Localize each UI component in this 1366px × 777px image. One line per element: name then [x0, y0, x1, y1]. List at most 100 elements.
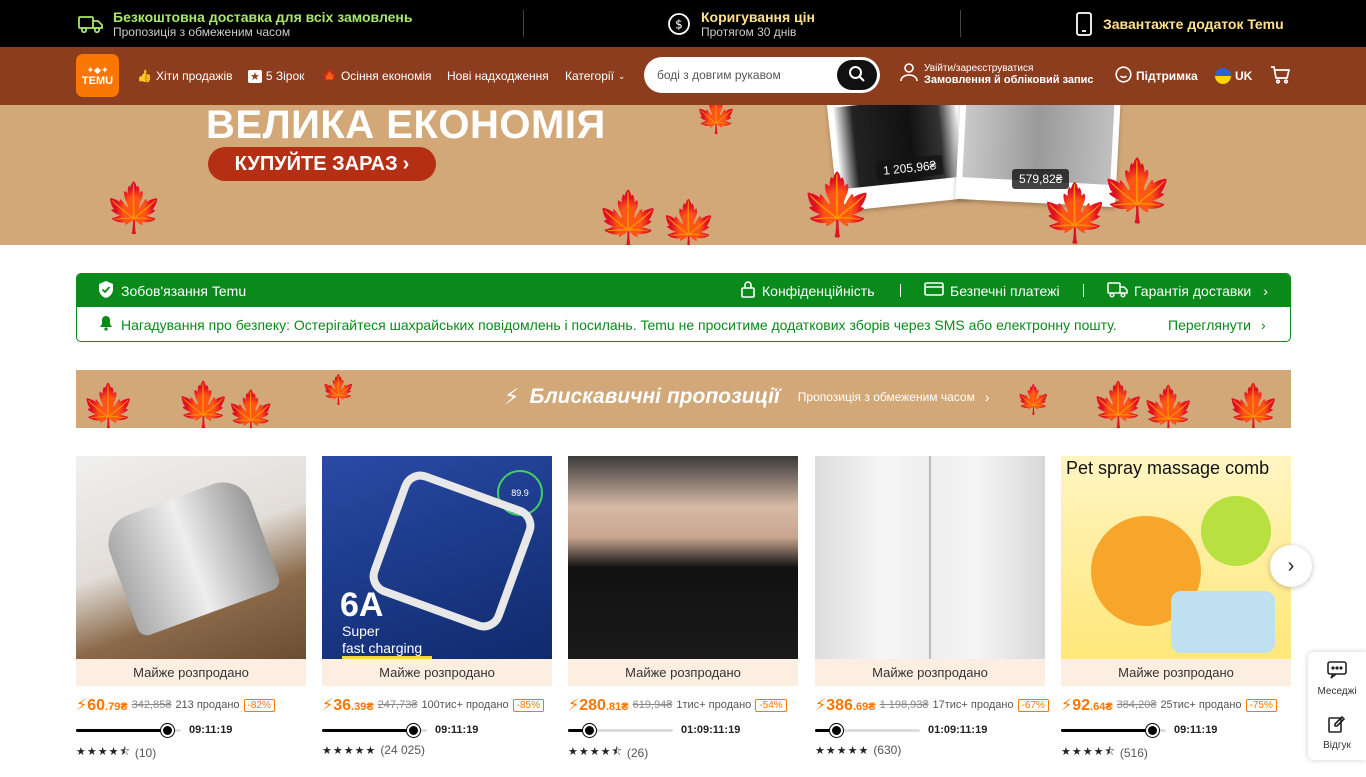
edit-icon [1328, 715, 1346, 736]
logo-mark: ✦◆✦ [86, 64, 109, 75]
support-link[interactable]: Підтримка [1115, 47, 1198, 105]
feedback-button[interactable]: Відгук [1323, 715, 1351, 751]
nav-bestsellers-label: Хіти продажів [155, 69, 233, 83]
stock-progress-bar [322, 723, 427, 737]
almost-sold-out-badge: Майже розпродано [568, 659, 798, 686]
cable-sub3: Type c Cable [342, 656, 432, 659]
chevron-down-icon: ⌄ [617, 70, 626, 81]
chevron-right-icon: › [1287, 554, 1295, 577]
sold-count: 1тис+ продано [676, 699, 752, 711]
timer-icon [161, 723, 175, 737]
nav-new-arrivals-label: Нові надходження [447, 69, 549, 83]
countdown-row: 09:11:19 [322, 723, 552, 737]
temu-logo[interactable]: ✦◆✦ TEMU [76, 54, 119, 97]
sale-price: ⚡280.81₴ [568, 697, 629, 714]
view-notice-link[interactable]: Переглянути › [1168, 307, 1266, 341]
download-app-promo[interactable]: Завантажте додаток Temu [1075, 0, 1284, 47]
maple-leaf-icon: 🍁 [176, 381, 231, 428]
rating-row[interactable]: ★★★★⯪ (516) [1061, 743, 1291, 762]
support-icon [1115, 66, 1132, 86]
bell-icon [99, 315, 113, 334]
banner-headline: ВЕЛИКА ЕКОНОМІЯ [206, 105, 606, 147]
rating-row[interactable]: ★★★★⯪ (10) [76, 743, 306, 762]
product-card[interactable]: Майже розпродано ⚡60.79₴ 342,85₴ 213 про… [76, 456, 306, 762]
flash-deals-title: Блискавичні пропозиції [529, 385, 780, 408]
price-dec: .79₴ [105, 701, 128, 713]
delivery-guarantee-link[interactable]: Гарантія доставки › [1107, 274, 1268, 307]
product-card[interactable]: Майже розпродано ⚡386.69₴ 1 198,93₴ 17ти… [815, 456, 1049, 757]
star-rating: ★★★★⯪ [1061, 746, 1116, 758]
star-badge-icon: ★ [248, 69, 262, 83]
product-card[interactable]: Майже розпродано ⚡280.81₴ 619,94₴ 1тис+ … [568, 456, 798, 762]
download-app-label: Завантажте додаток Temu [1103, 15, 1284, 32]
nav-five-stars[interactable]: ★ 5 Зірок [248, 47, 304, 105]
commitment-title-item[interactable]: Зобов'язання Temu [97, 274, 246, 307]
product-image[interactable] [76, 456, 306, 659]
maple-leaf-icon: 🍁 [1100, 157, 1175, 224]
nav-categories[interactable]: Категорії ⌄ [565, 47, 625, 105]
chevron-right-icon: › [984, 389, 990, 405]
security-notice: Нагадування про безпеку: Остерігайтеся ш… [77, 307, 1290, 341]
flash-deals-subtitle: Пропозиція з обмеженим часом [797, 390, 975, 404]
review-count: (516) [1119, 745, 1148, 760]
sale-price: ⚡92.64₴ [1061, 697, 1113, 714]
cable-sub1: Super [342, 623, 380, 639]
search-button[interactable] [837, 60, 877, 90]
account-menu[interactable]: Увійти/зареєструватися Замовлення й облі… [900, 62, 1094, 87]
rating-row[interactable]: ★★★★★ (24 025) [322, 743, 552, 757]
price-row: ⚡280.81₴ 619,94₴ 1тис+ продано -54% [568, 695, 798, 715]
sale-price: ⚡60.79₴ [76, 697, 128, 714]
price-int: 36 [333, 697, 352, 714]
timer-icon [1146, 723, 1160, 737]
chevron-right-icon: › [402, 152, 410, 175]
price-int: 386 [826, 697, 853, 714]
countdown-row: 09:11:19 [76, 723, 306, 737]
rating-row[interactable]: ★★★★⯪ (26) [568, 743, 798, 762]
chevron-right-icon: › [1263, 282, 1268, 299]
price-row: ⚡36.39₴ 247,73₴ 100тис+ продано -85% [322, 695, 552, 715]
product-image[interactable] [815, 456, 1045, 659]
free-shipping-promo[interactable]: Безкоштовна доставка для всіх замовлень … [78, 0, 413, 47]
commitment-title: Зобов'язання Temu [121, 282, 247, 299]
discount-badge: -67% [1017, 698, 1049, 712]
main-navbar: ✦◆✦ TEMU 👍 Хіти продажів ★ 5 Зірок 🍁 Осі… [0, 47, 1366, 105]
stock-progress-fill [322, 728, 414, 732]
search-input[interactable]: боді з довгим рукавом [644, 57, 880, 93]
nav-bestsellers[interactable]: 👍 Хіти продажів [137, 47, 232, 105]
maple-leaf-icon: 🍁 [104, 182, 164, 235]
price-adjust-promo[interactable]: $ Коригування цін Протягом 30 днів [667, 0, 815, 47]
nav-new-arrivals[interactable]: Нові надходження [447, 47, 549, 105]
hero-banner[interactable]: 🍁 🍁 ВЕЛИКА ЕКОНОМІЯ КУПУЙТЕ ЗАРАЗ › 1 20… [0, 105, 1366, 245]
search-icon [848, 65, 866, 86]
messages-button[interactable]: Меседжі [1317, 661, 1357, 697]
nav-autumn-sale[interactable]: 🍁 Осіння економія [322, 47, 432, 105]
secure-payments-label: Безпечні платежі [950, 282, 1060, 299]
divider [523, 10, 524, 37]
shop-now-button[interactable]: КУПУЙТЕ ЗАРАЗ › [208, 147, 436, 181]
secure-payments-link[interactable]: Безпечні платежі [924, 274, 1060, 307]
cart-button[interactable] [1270, 47, 1291, 105]
nav-categories-label: Категорії [565, 69, 614, 83]
cart-icon [1270, 65, 1291, 87]
promo-bar: Безкоштовна доставка для всіх замовлень … [0, 0, 1366, 47]
product-card[interactable]: 89.96ASuperfast chargingType c Cable Май… [322, 456, 552, 757]
product-image[interactable] [568, 456, 798, 659]
product-card[interactable]: Pet spray massage comb Майже розпродано … [1061, 456, 1291, 762]
language-selector[interactable]: UK [1215, 47, 1252, 105]
flash-deals-header[interactable]: 🍁 🍁 🍁 🍁 🍁 🍁 🍁 🍁 ⚡ Блискавичні пропозиції… [76, 370, 1291, 428]
product-image[interactable]: 89.96ASuperfast chargingType c Cable [322, 456, 552, 659]
shop-now-label: КУПУЙТЕ ЗАРАЗ [234, 152, 398, 175]
maple-leaf-icon: 🍁 [660, 198, 718, 245]
usb-cable-image: 89.96ASuperfast chargingType c Cable [322, 456, 552, 659]
timer-icon [407, 723, 421, 737]
rating-row[interactable]: ★★★★★ (630) [815, 743, 1045, 757]
privacy-link[interactable]: Конфіденційність [740, 274, 875, 307]
almost-sold-out-badge: Майже розпродано [322, 659, 552, 686]
carousel-next-button[interactable]: › [1270, 545, 1312, 587]
white-jacket-image [815, 456, 1045, 659]
thumbs-up-icon: 👍 [137, 69, 152, 83]
product-image[interactable]: Pet spray massage comb [1061, 456, 1291, 659]
sold-count: 17тис+ продано [932, 699, 1014, 711]
star-rating: ★★★★⯪ [568, 746, 623, 758]
side-widget: Меседжі Відгук [1308, 652, 1366, 760]
